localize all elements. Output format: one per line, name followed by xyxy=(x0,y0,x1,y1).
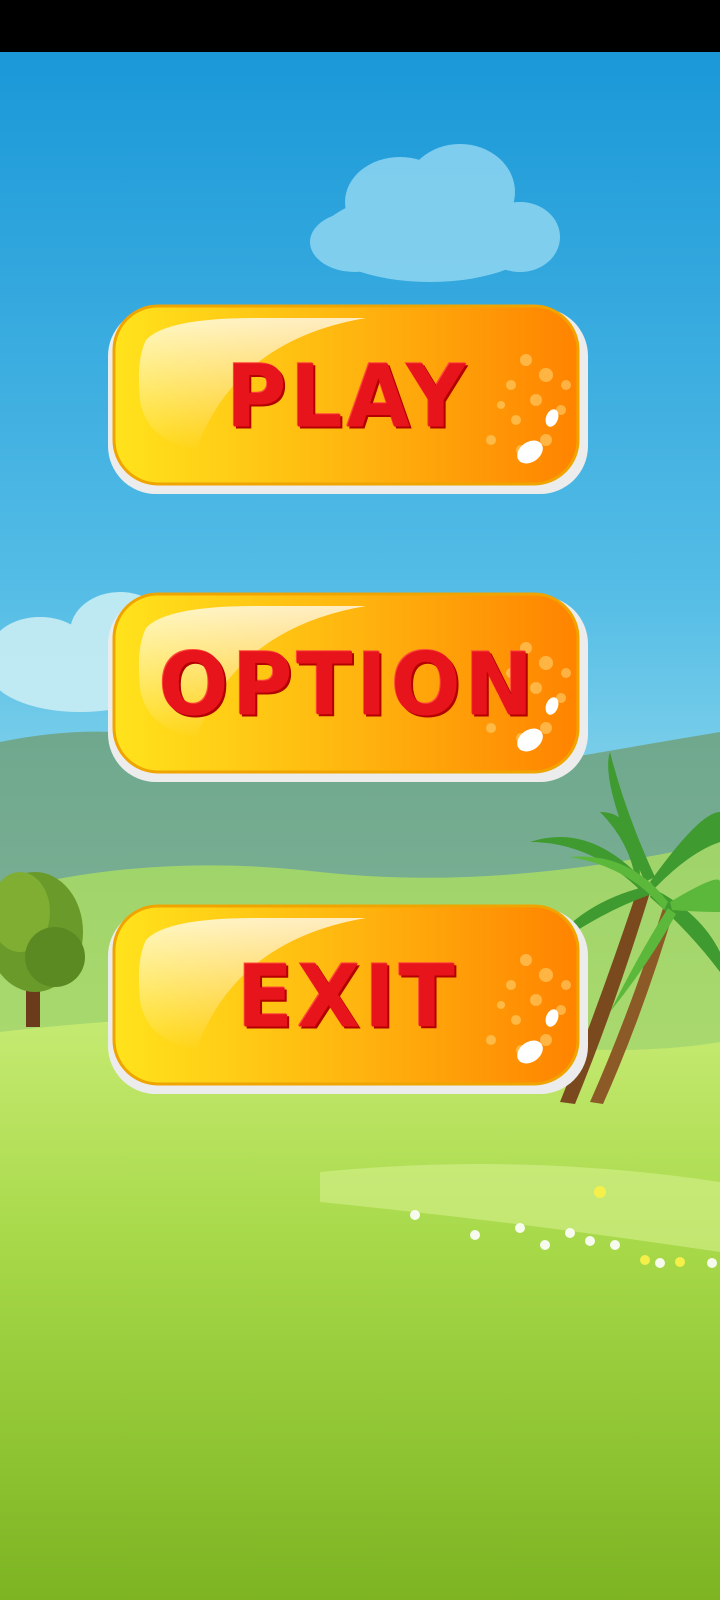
exit-button[interactable]: EXIT xyxy=(106,900,590,1096)
play-button[interactable]: PLAY xyxy=(106,300,590,496)
status-bar xyxy=(0,0,720,52)
background-illustration xyxy=(0,52,720,1600)
option-label: OPTION xyxy=(158,635,538,736)
hill-icon xyxy=(0,1017,720,1600)
play-label: PLAY xyxy=(226,347,470,448)
exit-label: EXIT xyxy=(237,947,459,1048)
game-scene xyxy=(0,52,720,1600)
option-button[interactable]: OPTION xyxy=(106,588,590,784)
